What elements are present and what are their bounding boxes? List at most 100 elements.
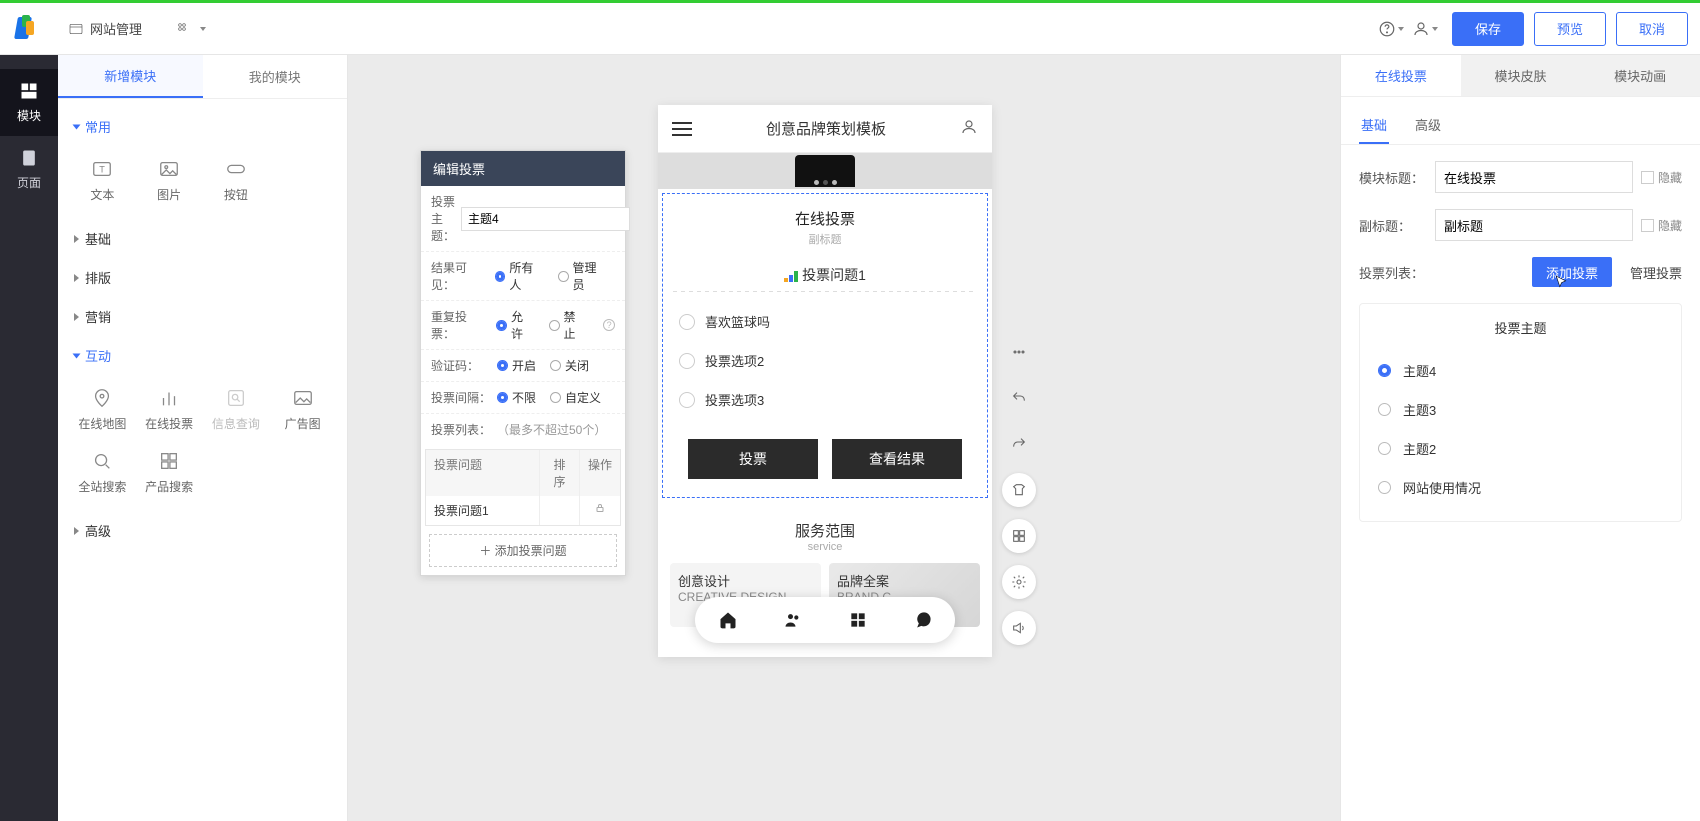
item-image[interactable]: 图片 (139, 152, 200, 209)
canvas-tools (1002, 335, 1036, 645)
home-icon[interactable] (718, 610, 738, 630)
vote-option-3[interactable]: 投票选项3 (673, 380, 977, 419)
radio-interval-custom[interactable]: 自定义 (550, 389, 601, 406)
field-interval-label: 投票间隔： (431, 389, 491, 406)
theme-option-0[interactable]: 主题4 (1374, 351, 1667, 390)
browser-icon (68, 21, 84, 37)
page-icon (19, 148, 39, 168)
phone-user-button[interactable] (960, 118, 978, 139)
gear-icon (1011, 574, 1027, 590)
section-interact[interactable]: 互动 (72, 336, 333, 375)
radio-interval-unlimit[interactable]: 不限 (497, 389, 536, 406)
item-map[interactable]: 在线地图 (72, 381, 133, 438)
tool-settings[interactable] (1002, 565, 1036, 599)
sub-title-input[interactable] (1435, 209, 1633, 241)
item-info[interactable]: 信息查询 (206, 381, 267, 438)
radio-captcha-on[interactable]: 开启 (497, 357, 536, 374)
item-vote[interactable]: 在线投票 (139, 381, 200, 438)
account-button[interactable] (1408, 12, 1442, 46)
section-marketing[interactable]: 营销 (72, 297, 333, 336)
mod-title-input[interactable] (1435, 161, 1633, 193)
add-question-button[interactable]: ＋ 添加投票问题 (429, 534, 617, 567)
item-ad[interactable]: 广告图 (272, 381, 333, 438)
popup-title: 编辑投票 (421, 151, 625, 186)
module-panel: 新增模块 我的模块 常用 T文本 图片 按钮 基础 排版 营销 互动 在线地图 … (58, 55, 348, 821)
radio-result-admin[interactable]: 管理员 (558, 259, 607, 293)
undo-icon (1011, 390, 1027, 406)
grid-icon (1011, 528, 1027, 544)
theme-option-1[interactable]: 主题3 (1374, 390, 1667, 429)
save-button[interactable]: 保存 (1452, 12, 1524, 46)
col-op: 操作 (580, 450, 620, 496)
item-prodsearch[interactable]: 产品搜索 (139, 444, 200, 501)
vote-result-button[interactable]: 查看结果 (832, 439, 962, 479)
banner-carousel[interactable] (658, 153, 992, 189)
radio-captcha-off[interactable]: 关闭 (550, 357, 589, 374)
tool-components[interactable] (1002, 519, 1036, 553)
cancel-button[interactable]: 取消 (1616, 12, 1688, 46)
vote-submit-button[interactable]: 投票 (688, 439, 818, 479)
row-lock[interactable] (580, 496, 620, 525)
redo-icon (1011, 436, 1027, 452)
field-theme-input[interactable] (461, 207, 630, 231)
chevron-icon (74, 313, 79, 321)
section-basic[interactable]: 基础 (72, 219, 333, 258)
help-button[interactable] (1374, 12, 1408, 46)
vote-option-2[interactable]: 投票选项2 (673, 341, 977, 380)
phone-tabbar (695, 597, 955, 643)
rail-module[interactable]: 模块 (0, 69, 58, 136)
rail-page[interactable]: 页面 (0, 136, 58, 203)
chat-icon[interactable] (913, 610, 933, 630)
apps-menu-button[interactable] (166, 15, 216, 43)
sub-title-hide[interactable]: 隐藏 (1641, 217, 1682, 234)
radio-repeat-allow[interactable]: 允许 (496, 308, 534, 342)
vote-module-selected[interactable]: 在线投票 副标题 投票问题1 喜欢篮球吗 投票选项2 投票选项3 投票 查看结果 (662, 193, 988, 498)
preview-button[interactable]: 预览 (1534, 12, 1606, 46)
row-question-text[interactable]: 投票问题1 (426, 496, 540, 525)
section-common[interactable]: 常用 (72, 107, 333, 146)
hamburger-icon[interactable] (672, 122, 692, 136)
vote-title: 在线投票 (673, 208, 977, 229)
item-button[interactable]: 按钮 (206, 152, 267, 209)
apps-icon[interactable] (848, 610, 868, 630)
tab-my-module[interactable]: 我的模块 (203, 55, 348, 98)
tool-theme[interactable] (1002, 473, 1036, 507)
section-advanced[interactable]: 高级 (72, 511, 333, 550)
help-icon[interactable]: ? (603, 319, 615, 331)
theme-option-3[interactable]: 网站使用情况 (1374, 468, 1667, 507)
bar-chart-icon (155, 387, 183, 409)
vote-option-1[interactable]: 喜欢篮球吗 (673, 302, 977, 341)
tool-undo[interactable] (1002, 381, 1036, 415)
tool-redo[interactable] (1002, 427, 1036, 461)
row-sort-handle[interactable] (540, 496, 580, 525)
chevron-down-icon (200, 27, 206, 31)
field-list-label: 投票列表： (431, 421, 491, 438)
svg-text:T: T (100, 165, 106, 175)
field-repeat-label: 重复投票： (431, 308, 490, 342)
mod-title-hide[interactable]: 隐藏 (1641, 169, 1682, 186)
editor-canvas[interactable]: 编辑投票 投票主题： 结果可见： 所有人 管理员 重复投票： 允许 禁止 ? 验… (348, 55, 1340, 821)
tab-new-module[interactable]: 新增模块 (58, 55, 203, 98)
theme-option-2[interactable]: 主题2 (1374, 429, 1667, 468)
manage-vote-link[interactable]: 管理投票 (1630, 263, 1682, 282)
rtab-vote[interactable]: 在线投票 (1341, 55, 1461, 96)
radio-result-all[interactable]: 所有人 (495, 259, 544, 293)
field-list-hint: （最多不超过50个） (497, 421, 606, 438)
field-captcha-label: 验证码： (431, 357, 491, 374)
rail-page-label: 页面 (17, 176, 41, 190)
map-pin-icon (88, 387, 116, 409)
tool-more[interactable] (1002, 335, 1036, 369)
site-manage-button[interactable]: 网站管理 (58, 13, 152, 44)
add-vote-button[interactable]: 添加投票 (1532, 257, 1612, 287)
subtab-adv[interactable]: 高级 (1413, 107, 1443, 144)
item-text[interactable]: T文本 (72, 152, 133, 209)
rtab-anim[interactable]: 模块动画 (1580, 55, 1700, 96)
section-layout[interactable]: 排版 (72, 258, 333, 297)
item-sitesearch[interactable]: 全站搜索 (72, 444, 133, 501)
users-icon[interactable] (783, 610, 803, 630)
subtab-basic[interactable]: 基础 (1359, 107, 1389, 144)
rtab-skin[interactable]: 模块皮肤 (1461, 55, 1581, 96)
tool-sound[interactable] (1002, 611, 1036, 645)
grid-icon (155, 450, 183, 472)
radio-repeat-forbid[interactable]: 禁止 (549, 308, 587, 342)
